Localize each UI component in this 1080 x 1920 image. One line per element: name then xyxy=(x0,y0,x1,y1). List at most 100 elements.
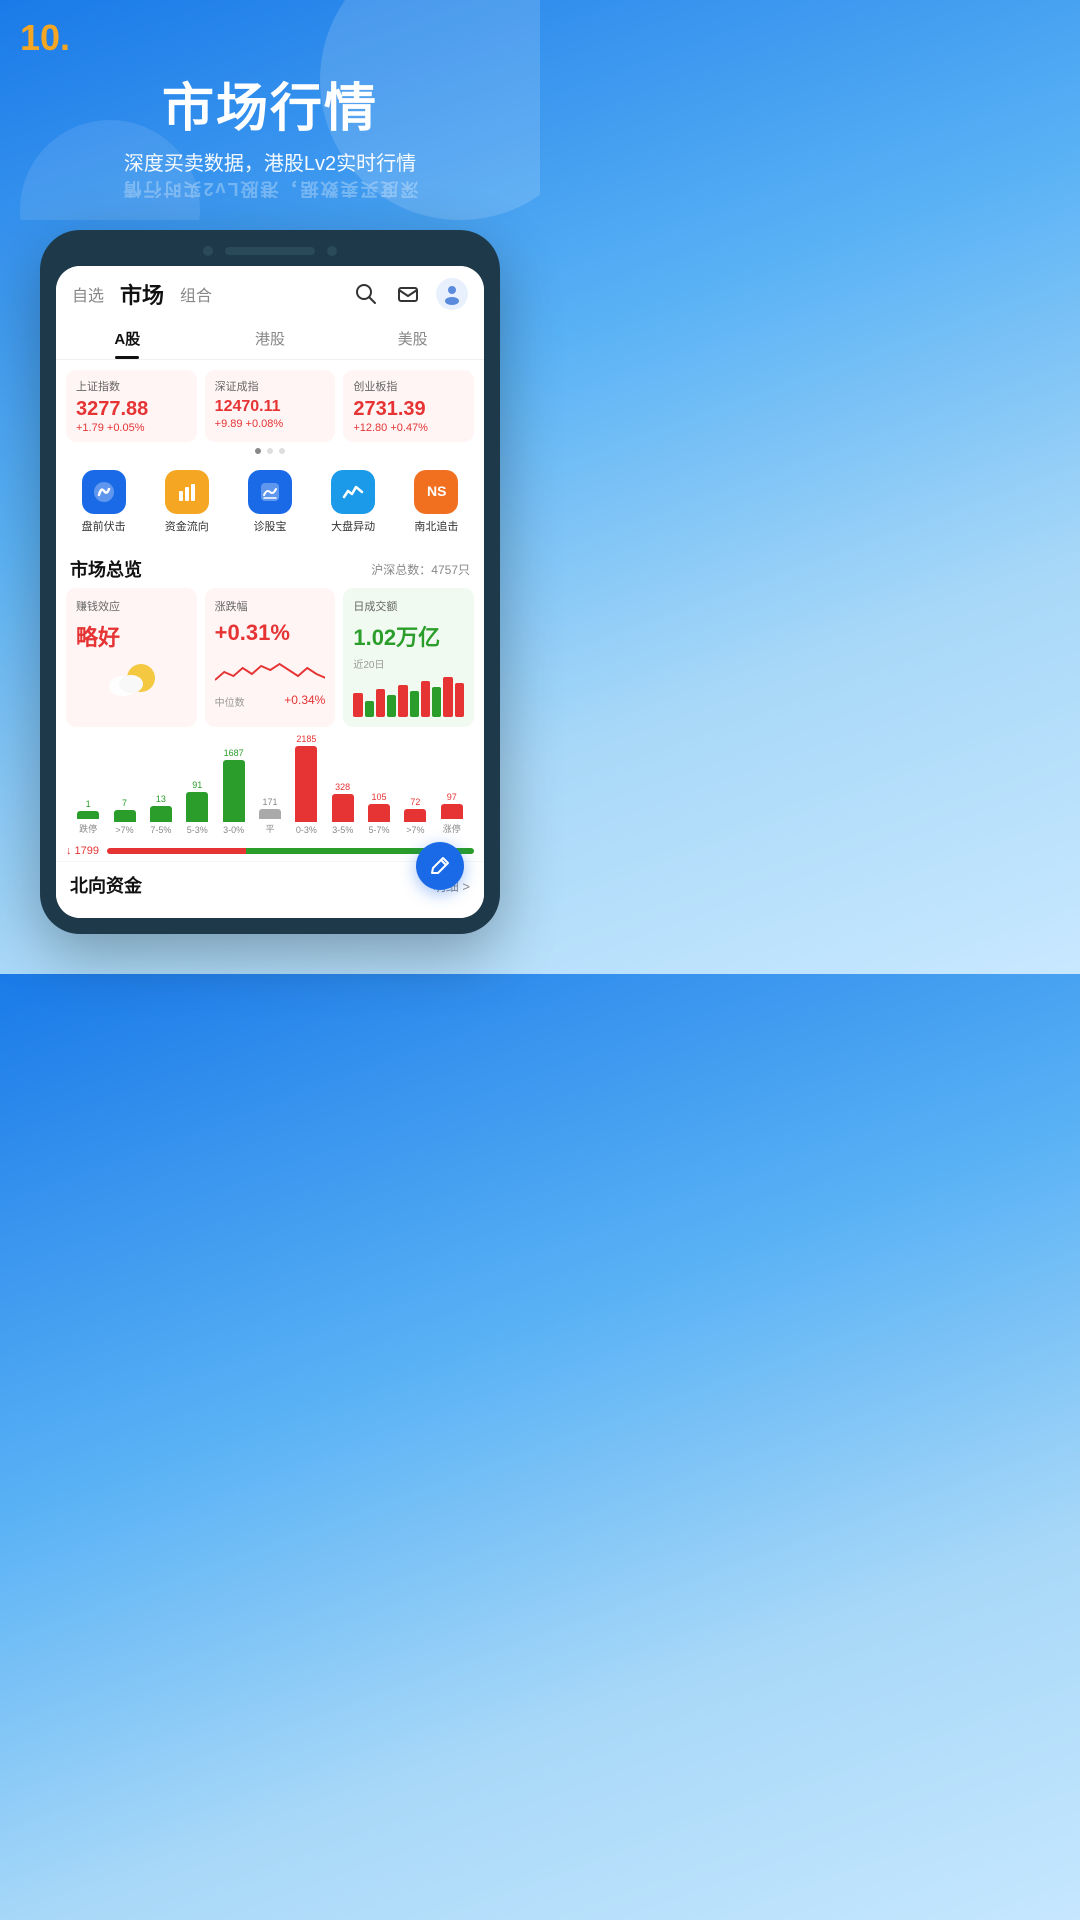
dist-name-9: 涨停 xyxy=(443,822,461,835)
volume-mini-chart xyxy=(353,677,464,717)
user-avatar[interactable] xyxy=(436,278,468,310)
index-name-shenzhen: 深证成指 xyxy=(215,378,326,394)
zhengubao-label: 诊股宝 xyxy=(253,518,286,534)
zijin-icon xyxy=(165,470,209,514)
index-card-shanghai[interactable]: 上证指数 3277.88 +1.79 +0.05% xyxy=(66,370,197,442)
dist-bar-0 xyxy=(77,811,99,819)
market-cards: 赚钱效应 略好 涨跌幅 +0.31% xyxy=(56,588,484,737)
tab-hk-stock[interactable]: 港股 xyxy=(199,318,342,359)
dist-name-5: 0-3% xyxy=(296,825,317,835)
nav-tab-portfolio[interactable]: 组合 xyxy=(180,282,212,306)
index-value-shenzhen: 12470.11 xyxy=(215,398,326,416)
dist-val-6: 328 xyxy=(335,782,350,792)
search-icon-btn[interactable] xyxy=(352,280,380,308)
index-name-chinext: 创业板指 xyxy=(353,378,464,394)
fab-button[interactable] xyxy=(416,842,464,890)
dot-3 xyxy=(279,448,285,454)
dist-col-8: 72 >7% xyxy=(397,797,433,835)
pagination-dots xyxy=(56,442,484,460)
dist-bar-3 xyxy=(186,792,208,822)
market-card-volume[interactable]: 日成交额 1.02万亿 近20日 xyxy=(343,588,474,727)
nanbei-icon: NS xyxy=(414,470,458,514)
dist-bar-1 xyxy=(114,810,136,822)
header-icons xyxy=(352,278,468,310)
dist-name-3: 5-3% xyxy=(187,825,208,835)
quick-action-nanbei[interactable]: NS 南北追击 xyxy=(414,470,458,534)
panqian-icon xyxy=(82,470,126,514)
quick-action-dapan[interactable]: 大盘异动 xyxy=(331,470,375,534)
tab-us-stock[interactable]: 美股 xyxy=(341,318,484,359)
rise-mini-chart xyxy=(215,652,326,688)
quick-action-zijin[interactable]: 资金流向 xyxy=(165,470,209,534)
volume-sublabel: 近20日 xyxy=(353,656,464,671)
quick-action-zhengubao[interactable]: 诊股宝 xyxy=(248,470,292,534)
dist-val-5: 2185 xyxy=(296,734,316,744)
dist-name-8: >7% xyxy=(406,825,424,835)
index-value-chinext: 2731.39 xyxy=(353,398,464,420)
mail-icon-btn[interactable] xyxy=(394,280,422,308)
banner-area: 10. 市场行情 深度买卖数据，港股Lv2实时行情 深度买卖数据，港股Lv2实时… xyxy=(0,0,540,220)
index-value-shanghai: 3277.88 xyxy=(76,398,187,420)
dist-val-8: 72 xyxy=(410,797,420,807)
dist-name-0: 跌停 xyxy=(79,822,97,835)
market-card-money[interactable]: 赚钱效应 略好 xyxy=(66,588,197,727)
index-card-chinext[interactable]: 创业板指 2731.39 +12.80 +0.47% xyxy=(343,370,474,442)
index-change-shenzhen: +9.89 +0.08% xyxy=(215,418,326,430)
dist-col-6: 328 3-5% xyxy=(325,782,361,835)
panqian-label: 盘前伏击 xyxy=(82,518,126,534)
index-change-shanghai: +1.79 +0.05% xyxy=(76,422,187,434)
dist-col-5: 2185 0-3% xyxy=(288,734,324,835)
banner-reflection: 深度买卖数据，港股Lv2实时行情 xyxy=(20,178,520,198)
dist-name-7: 5-7% xyxy=(369,825,390,835)
zhengubao-icon xyxy=(248,470,292,514)
rise-sublabel: 中位数 xyxy=(215,694,245,709)
dist-bar-2 xyxy=(150,806,172,822)
quick-actions: 盘前伏击 资金流向 xyxy=(56,460,484,544)
rise-card-value: +0.31% xyxy=(215,620,326,646)
index-change-chinext: +12.80 +0.47% xyxy=(353,422,464,434)
dot-1 xyxy=(255,448,261,454)
tab-a-stock[interactable]: A股 xyxy=(56,318,199,359)
dist-val-7: 105 xyxy=(372,792,387,802)
down-indicator: ↓ 1799 xyxy=(66,845,99,857)
nanbei-label: 南北追击 xyxy=(414,518,458,534)
dist-col-9: 97 涨停 xyxy=(434,792,470,835)
nav-top: 自选 市场 组合 xyxy=(72,278,212,310)
nav-tab-market[interactable]: 市场 xyxy=(120,278,164,310)
dist-name-4: 3-0% xyxy=(223,825,244,835)
svg-text:NS: NS xyxy=(427,483,446,499)
dist-val-2: 13 xyxy=(156,794,166,804)
dist-bar-4 xyxy=(223,760,245,822)
market-overview-header: 市场总览 沪深总数：4757只 xyxy=(56,544,484,588)
money-card-value: 略好 xyxy=(76,620,187,652)
dist-col-0: 1 跌停 xyxy=(70,799,106,835)
market-card-rise[interactable]: 涨跌幅 +0.31% 中位数 +0.34% xyxy=(205,588,336,727)
volume-card-label: 日成交额 xyxy=(353,598,464,614)
dist-val-1: 7 xyxy=(122,798,127,808)
phone-speaker xyxy=(225,247,315,255)
dist-name-6: 3-5% xyxy=(332,825,353,835)
index-cards: 上证指数 3277.88 +1.79 +0.05% 深证成指 12470.11 … xyxy=(56,360,484,442)
dist-name-2: 7-5% xyxy=(150,825,171,835)
phone-camera-left xyxy=(203,246,213,256)
quick-action-panqian[interactable]: 盘前伏击 xyxy=(82,470,126,534)
zijin-label: 资金流向 xyxy=(165,518,209,534)
money-card-label: 赚钱效应 xyxy=(76,598,187,614)
banner-subtitle: 深度买卖数据，港股Lv2实时行情 xyxy=(20,147,520,176)
dapan-icon xyxy=(331,470,375,514)
dist-col-2: 13 7-5% xyxy=(143,794,179,835)
nav-tab-zixuan[interactable]: 自选 xyxy=(72,282,104,306)
phone-notch xyxy=(56,246,484,256)
dist-col-flat: 171 平 xyxy=(252,797,288,835)
dist-name-flat: 平 xyxy=(265,822,274,835)
dist-bar-9 xyxy=(441,804,463,819)
rise-card-label: 涨跌幅 xyxy=(215,598,326,614)
dist-col-4: 1687 3-0% xyxy=(215,748,251,835)
dist-bar-6 xyxy=(332,794,354,822)
weather-icon xyxy=(101,660,161,700)
dist-bars: 1 跌停 7 >7% 13 7-5% xyxy=(66,745,474,835)
dapan-label: 大盘异动 xyxy=(331,518,375,534)
dist-col-1: 7 >7% xyxy=(106,798,142,835)
phone-screen: 自选 市场 组合 xyxy=(56,266,484,918)
index-card-shenzhen[interactable]: 深证成指 12470.11 +9.89 +0.08% xyxy=(205,370,336,442)
